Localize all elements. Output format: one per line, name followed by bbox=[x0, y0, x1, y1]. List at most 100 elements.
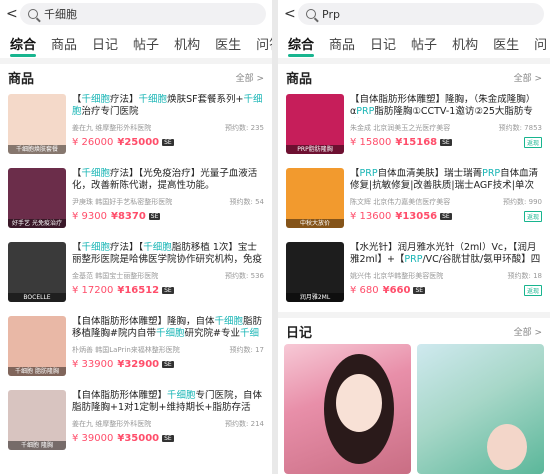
product-info: 【千细胞疗法】【光免疫治疗】光量子血液活化，改善新陈代谢，提高性功能。 尹庚珠 … bbox=[66, 168, 264, 234]
booking-count: 预约数: 18 bbox=[507, 272, 543, 280]
product-meta: 尹庚珠 韩国好手艺私密整形医院 预约数: 54 bbox=[72, 197, 264, 207]
price-row: ¥ 9300 ¥8370 SE bbox=[72, 211, 264, 222]
sale-price: ¥660 bbox=[382, 285, 411, 296]
product-title: 【千细胞疗法】千细胞焕肤SF套餐系列+千细胞治疗专门医院 bbox=[72, 94, 263, 117]
product-list-item[interactable]: 润月雅2ML 【水光针】润月雅水光针（2ml）Vc，【润月雅2ml】+【PRP/… bbox=[278, 238, 550, 312]
product-meta: 陈文辉 北京伟力嘉美信医疗美容 预约数: 990 bbox=[350, 197, 542, 207]
product-thumbnail: 千细胞焕肤套餐 bbox=[8, 94, 66, 154]
tab-posts[interactable]: 帖子 bbox=[411, 34, 437, 53]
diary-photo-face bbox=[487, 424, 527, 470]
product-meta: 朴炳善 韩国LaPrin来福林整形医院 预约数: 17 bbox=[72, 345, 264, 355]
booking-count: 预约数: 536 bbox=[225, 272, 264, 280]
top-bar: < Prp bbox=[278, 0, 550, 28]
product-list-item[interactable]: 千细胞 脂肪隆胸 【自体脂肪形体雕塑】隆胸，自体千细胞脂肪移植隆胸#院内自带千细… bbox=[0, 312, 272, 386]
tab-doctors[interactable]: 医生 bbox=[493, 34, 519, 53]
diary-card[interactable] bbox=[417, 344, 544, 474]
sale-price: ¥25000 bbox=[117, 137, 160, 148]
product-title: 【水光针】润月雅水光针（2ml）Vc，【润月雅2ml】+【PRP/VC/谷胱甘肽… bbox=[350, 242, 541, 265]
product-title: 【PRP自体血清美肤】瑞士瑞菁PRP自体血清修复|抗敏修复|改善肤质|瑞士AGF… bbox=[350, 168, 539, 191]
thumbnail-caption: 中秋大放价 bbox=[286, 219, 344, 228]
search-query: Prp bbox=[322, 7, 340, 21]
product-list-item[interactable]: 中秋大放价 【PRP自体血清美肤】瑞士瑞菁PRP自体血清修复|抗敏修复|改善肤质… bbox=[278, 164, 550, 238]
product-list-item[interactable]: PRP脂肪隆胸 【自体脂肪形体雕塑】隆胸，（朱金成隆胸）αPRP脂肪隆胸①CCT… bbox=[278, 90, 550, 164]
top-bar: < 千细胞 bbox=[0, 0, 272, 28]
tab-posts[interactable]: 帖子 bbox=[133, 34, 159, 53]
product-list-item[interactable]: BOCELLE 【千细胞疗法】【千细胞脂肪移植 1次】宝士丽整形医院是哈佛医学院… bbox=[0, 238, 272, 312]
diary-photo-face bbox=[336, 374, 382, 432]
see-all-link[interactable]: 全部 > bbox=[236, 71, 264, 84]
see-all-link[interactable]: 全部 > bbox=[514, 71, 542, 84]
product-list-item[interactable]: 千细胞焕肤套餐 【千细胞疗法】千细胞焕肤SF套餐系列+千细胞治疗专门医院 姜在九… bbox=[0, 90, 272, 164]
tab-institutions[interactable]: 机构 bbox=[174, 34, 200, 53]
booking-count: 预约数: 54 bbox=[229, 198, 265, 206]
search-results-panel-left: < 千细胞 综合 商品 日记 帖子 机构 医生 问答 商品 全部 > 千细胞焕肤… bbox=[0, 0, 272, 474]
back-icon[interactable]: < bbox=[6, 6, 20, 22]
product-meta: 金基范 韩国宝士丽整形医院 预约数: 536 bbox=[72, 271, 264, 281]
booking-count: 预约数: 235 bbox=[225, 124, 264, 132]
product-info: 【自体脂肪形体雕塑】千细胞专门医院，自体脂肪隆胸+1对1定制+维持期长+脂肪存活… bbox=[66, 390, 264, 456]
tab-all[interactable]: 综合 bbox=[10, 34, 37, 57]
thumbnail-caption: BOCELLE bbox=[8, 293, 66, 302]
hospital-name: 朴炳善 韩国LaPrin来福林整形医院 bbox=[72, 346, 180, 354]
price-row: ¥ 26000 ¥25000 SE bbox=[72, 137, 264, 148]
sale-price: ¥32900 bbox=[117, 359, 160, 370]
product-thumbnail: 好手艺 光免疫治疗 bbox=[8, 168, 66, 228]
price-row: ¥ 15800 ¥15168 SE 返现 bbox=[350, 137, 542, 148]
tab-institutions[interactable]: 机构 bbox=[452, 34, 478, 53]
price-row: ¥ 13600 ¥13056 SE 返现 bbox=[350, 211, 542, 222]
original-price: ¥ 17200 bbox=[72, 285, 114, 296]
booking-count: 预约数: 7853 bbox=[498, 124, 542, 132]
diary-card[interactable] bbox=[284, 344, 411, 474]
section-title: 商品 bbox=[286, 71, 313, 87]
sale-price: ¥13056 bbox=[395, 211, 438, 222]
tab-diary[interactable]: 日记 bbox=[370, 34, 396, 53]
sale-price: ¥35000 bbox=[117, 433, 160, 444]
tab-doctors[interactable]: 医生 bbox=[215, 34, 241, 53]
tab-products[interactable]: 商品 bbox=[329, 34, 355, 53]
search-input[interactable]: 千细胞 bbox=[20, 3, 266, 25]
thumbnail-caption: 好手艺 光免疫治疗 bbox=[8, 219, 66, 228]
product-info: 【千细胞疗法】千细胞焕肤SF套餐系列+千细胞治疗专门医院 姜在九 维摩整形外科医… bbox=[66, 94, 264, 160]
product-list: PRP脂肪隆胸 【自体脂肪形体雕塑】隆胸，（朱金成隆胸）αPRP脂肪隆胸①CCT… bbox=[278, 90, 550, 312]
product-thumbnail: 润月雅2ML bbox=[286, 242, 344, 302]
tab-qa[interactable]: 问 bbox=[534, 34, 547, 53]
search-input[interactable]: Prp bbox=[298, 3, 544, 25]
section-header: 商品 全部 > bbox=[278, 64, 550, 90]
hospital-name: 金基范 韩国宝士丽整形医院 bbox=[72, 272, 159, 280]
product-title: 【自体脂肪形体雕塑】隆胸，自体千细胞脂肪移植隆胸#院内自带千细胞研究院#专业千细… bbox=[72, 316, 263, 339]
product-title: 【千细胞疗法】【光免疫治疗】光量子血液活化，改善新陈代谢，提高性功能。 bbox=[72, 168, 258, 191]
hospital-name: 姜在九 维摩整形外科医院 bbox=[72, 420, 152, 428]
sale-price: ¥8370 bbox=[111, 211, 146, 222]
product-list-item[interactable]: 好手艺 光免疫治疗 【千细胞疗法】【光免疫治疗】光量子血液活化，改善新陈代谢，提… bbox=[0, 164, 272, 238]
tab-qa[interactable]: 问答 bbox=[256, 34, 272, 53]
booking-count: 预约数: 214 bbox=[225, 420, 264, 428]
diary-section-header: 日记 全部 > bbox=[278, 318, 550, 344]
price-badge: SE bbox=[440, 213, 452, 220]
product-info: 【自体脂肪形体雕塑】隆胸，（朱金成隆胸）αPRP脂肪隆胸①CCTV-1邀访②25… bbox=[344, 94, 542, 160]
original-price: ¥ 9300 bbox=[72, 211, 107, 222]
product-meta: 姜在九 维摩整形外科医院 预约数: 214 bbox=[72, 419, 264, 429]
tab-products[interactable]: 商品 bbox=[51, 34, 77, 53]
original-price: ¥ 33900 bbox=[72, 359, 114, 370]
diary-grid bbox=[278, 344, 550, 474]
price-badge: SE bbox=[440, 139, 452, 146]
product-meta: 朱金成 北京润美玉之光医疗美容 预约数: 7853 bbox=[350, 123, 542, 133]
back-icon[interactable]: < bbox=[284, 6, 298, 22]
tab-all[interactable]: 综合 bbox=[288, 34, 315, 57]
product-meta: 姚兴伟 北京华韩整形美容医院 预约数: 18 bbox=[350, 271, 542, 281]
price-badge: SE bbox=[162, 139, 174, 146]
diary-see-all-link[interactable]: 全部 > bbox=[514, 325, 542, 338]
product-list-item[interactable]: 千细胞 隆胸 【自体脂肪形体雕塑】千细胞专门医院，自体脂肪隆胸+1对1定制+维持… bbox=[0, 386, 272, 460]
product-info: 【千细胞疗法】【千细胞脂肪移植 1次】宝士丽整形医院是哈佛医学院协作研究机构，免… bbox=[66, 242, 264, 308]
hospital-name: 尹庚珠 韩国好手艺私密整形医院 bbox=[72, 198, 173, 206]
tab-diary[interactable]: 日记 bbox=[92, 34, 118, 53]
product-thumbnail: 千细胞 隆胸 bbox=[8, 390, 66, 450]
product-thumbnail: BOCELLE bbox=[8, 242, 66, 302]
product-meta: 姜在九 维摩整形外科医院 预约数: 235 bbox=[72, 123, 264, 133]
thumbnail-caption: 润月雅2ML bbox=[286, 293, 344, 302]
search-query: 千细胞 bbox=[44, 8, 77, 21]
thumbnail-caption: 千细胞 隆胸 bbox=[8, 441, 66, 450]
hospital-name: 朱金成 北京润美玉之光医疗美容 bbox=[350, 124, 451, 132]
product-thumbnail: 中秋大放价 bbox=[286, 168, 344, 228]
sale-price: ¥15168 bbox=[395, 137, 438, 148]
